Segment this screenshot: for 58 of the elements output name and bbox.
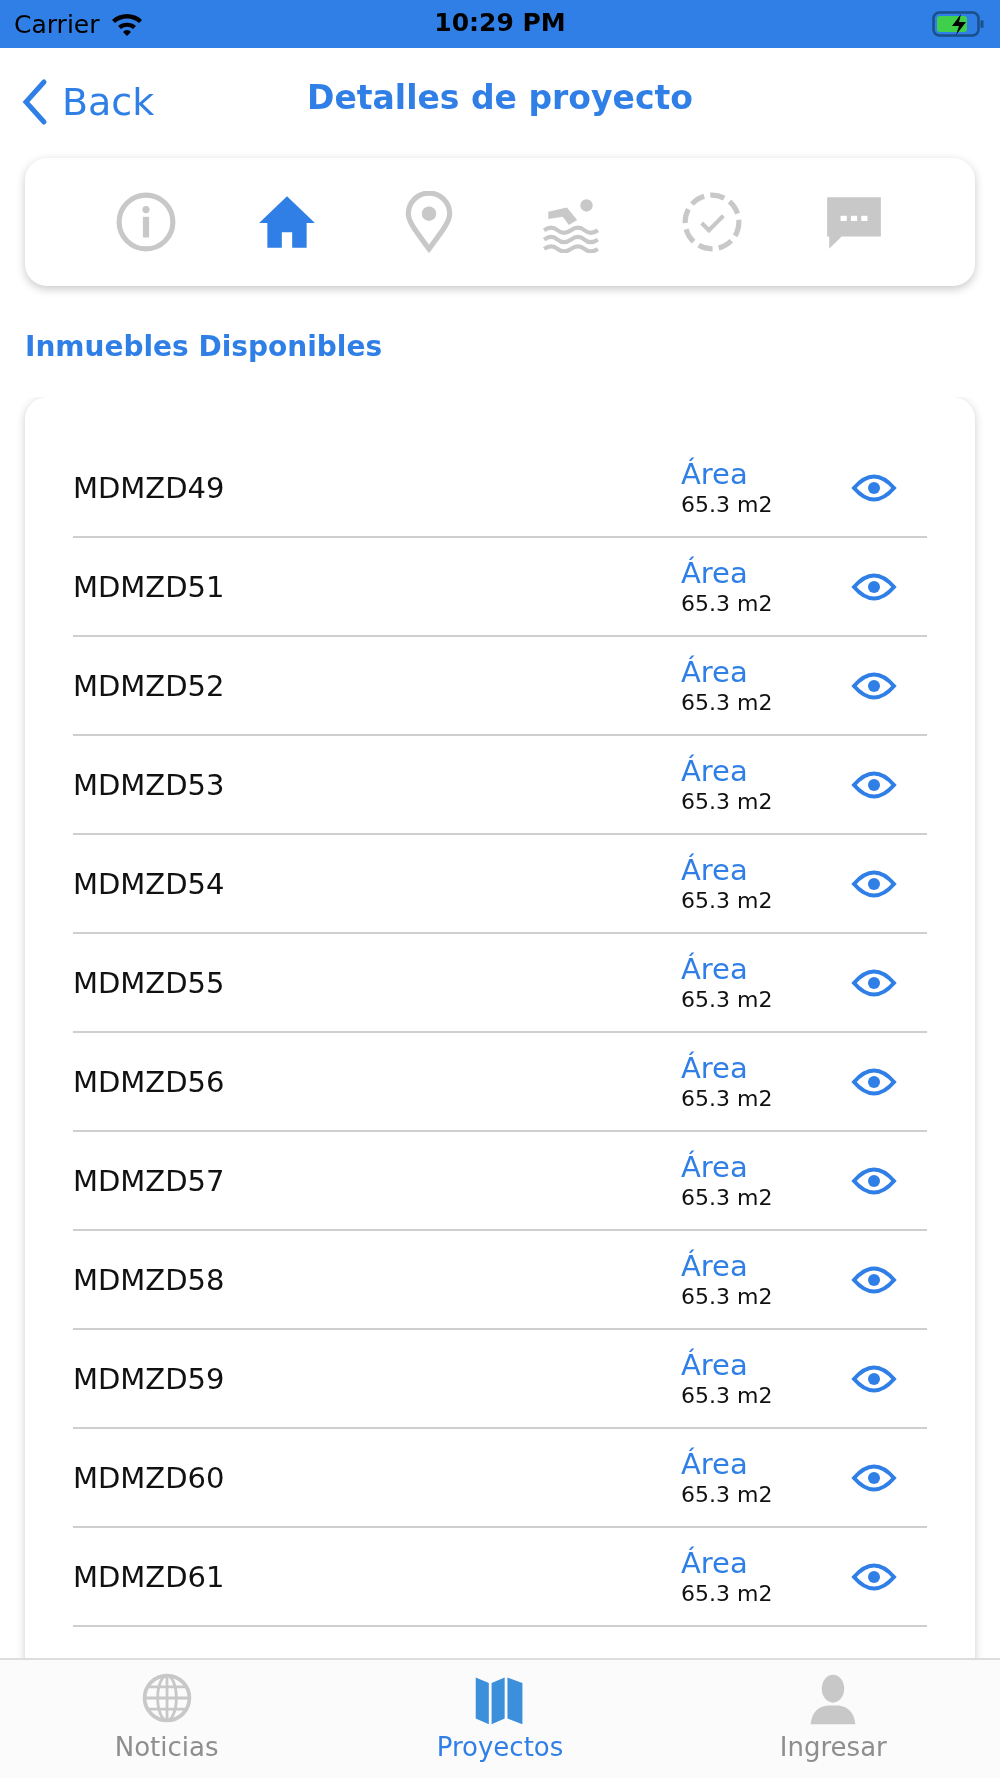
unit-code: MDMZD53 [73,767,226,802]
carrier-label: Carrier [14,9,100,39]
view-eye-icon[interactable] [851,967,897,998]
unit-code: MDMZD49 [73,470,226,505]
view-eye-icon[interactable] [851,1066,897,1097]
unit-code: MDMZD60 [73,1460,226,1495]
area-value: 65.3 m2 [681,688,774,717]
unit-code: MDMZD55 [73,965,226,1000]
view-eye-icon[interactable] [851,1165,897,1196]
area-value: 65.3 m2 [681,1480,774,1509]
unit-code: MDMZD59 [73,1361,226,1396]
chevron-left-icon [20,78,48,126]
area-label: Área [681,1545,749,1580]
view-eye-icon[interactable] [851,1363,897,1394]
area-value: 65.3 m2 [681,1183,774,1212]
unit-code: MDMZD54 [73,866,226,901]
area-label: Área [681,1347,749,1382]
area-value: 65.3 m2 [681,1282,774,1311]
area-value: 65.3 m2 [681,1579,774,1608]
area-value: 65.3 m2 [681,1381,774,1410]
view-eye-icon[interactable] [851,868,897,899]
view-eye-icon[interactable] [851,1561,897,1592]
unit-code: MDMZD61 [73,1559,226,1594]
tab-bar-item[interactable]: Ingresar [666,1660,1000,1778]
view-eye-icon[interactable] [851,769,897,800]
view-eye-icon[interactable] [851,670,897,701]
area-label: Área [681,654,749,689]
tab-bar-item[interactable]: Proyectos [333,1660,667,1778]
back-button[interactable]: Back [20,78,155,126]
unit-code: MDMZD58 [73,1262,226,1297]
dashed-check-circle-icon[interactable] [681,191,744,253]
area-label: Área [681,555,749,590]
section-heading: Inmuebles Disponibles [25,330,383,363]
area-value: 65.3 m2 [681,490,774,519]
area-value: 65.3 m2 [681,787,774,816]
view-eye-icon[interactable] [851,571,897,602]
area-label: Área [681,951,749,986]
tab-bar-item[interactable]: Noticias [0,1660,334,1778]
page-title: Detalles de proyecto [307,78,693,117]
area-value: 65.3 m2 [681,985,774,1014]
area-value: 65.3 m2 [681,886,774,915]
area-label: Área [681,456,749,491]
area-value: 65.3 m2 [681,1084,774,1113]
view-eye-icon[interactable] [851,472,897,503]
area-label: Área [681,852,749,887]
area-label: Área [681,753,749,788]
clock-time: 10:29 PM [434,8,566,37]
unit-code: MDMZD56 [73,1064,226,1099]
area-value: 65.3 m2 [681,589,774,618]
unit-code: MDMZD51 [73,569,226,604]
view-eye-icon[interactable] [851,1462,897,1493]
area-label: Área [681,1248,749,1283]
area-label: Área [681,1149,749,1184]
view-eye-icon[interactable] [851,1264,897,1295]
area-label: Área [681,1446,749,1481]
unit-code: MDMZD57 [73,1163,226,1198]
area-label: Área [681,1050,749,1085]
unit-code: MDMZD52 [73,668,226,703]
